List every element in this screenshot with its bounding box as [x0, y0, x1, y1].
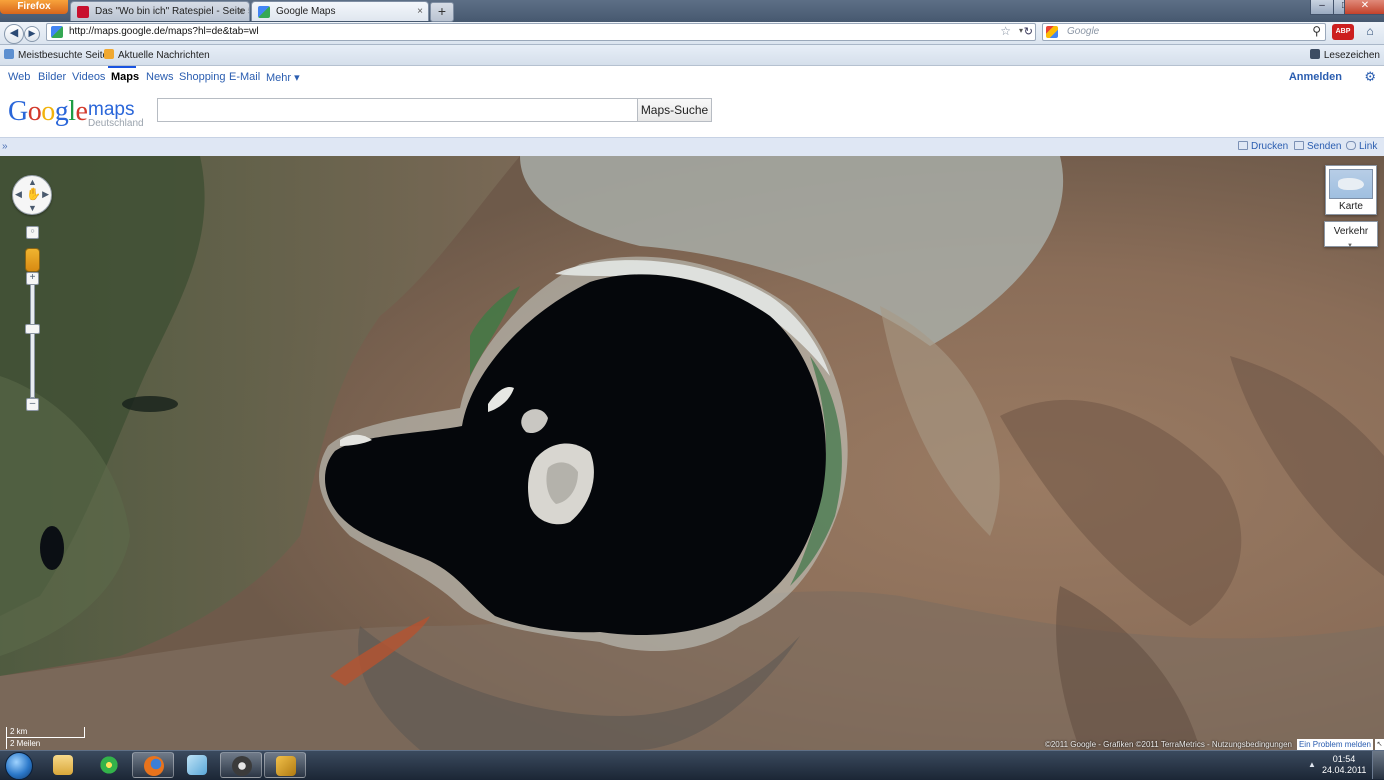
pan-up-icon[interactable]: ▲	[28, 177, 37, 187]
maps-search-input[interactable]	[157, 98, 637, 122]
bookmark-star-icon[interactable]: ☆	[1000, 24, 1011, 38]
print-link[interactable]: Drucken	[1238, 141, 1288, 152]
copyright-notice[interactable]: ©2011 Google - Grafiken ©2011 TerraMetri…	[1045, 740, 1292, 749]
url-bar[interactable]: http://maps.google.de/maps?hl=de&tab=wl …	[46, 23, 1036, 41]
clock-date: 24.04.2011	[1322, 765, 1367, 775]
google-logo[interactable]: Google	[8, 96, 88, 128]
chain-link-icon	[1346, 141, 1356, 150]
url-text[interactable]: http://maps.google.de/maps?hl=de&tab=wl	[69, 26, 259, 37]
link-link[interactable]: Link	[1346, 141, 1377, 152]
satellite-imagery	[0, 156, 1384, 750]
tab-label: Google Maps	[276, 6, 336, 17]
printer-icon	[1238, 141, 1248, 150]
scale-km-label: 2 km	[10, 727, 28, 736]
gbar-link-videos[interactable]: Videos	[72, 71, 105, 83]
pan-left-icon[interactable]: ◀	[15, 189, 22, 200]
rss-feed-icon	[104, 49, 114, 59]
active-tab-indicator	[108, 66, 136, 68]
zoom-slider-track[interactable]	[30, 284, 35, 398]
forward-arrow-icon[interactable]: ▶	[24, 26, 40, 42]
taskbar-explorer[interactable]	[42, 752, 84, 778]
report-problem-link[interactable]: Ein Problem melden	[1297, 739, 1373, 750]
envelope-icon	[1294, 141, 1304, 150]
bookmarks-menu[interactable]: Lesezeichen	[1309, 49, 1380, 61]
map-action-bar: » Drucken Senden Link	[0, 137, 1384, 156]
forum-favicon-icon	[77, 6, 89, 18]
taskbar-firefox[interactable]	[132, 752, 174, 778]
minimize-button[interactable]: –	[1310, 0, 1334, 15]
satellite-map[interactable]	[0, 156, 1384, 750]
pan-control[interactable]: ▲ ▼ ◀ ▶ ✋	[12, 175, 52, 215]
scale-bar: 2 km 2 Meilen	[6, 727, 85, 749]
pan-right-icon[interactable]: ▶	[42, 189, 49, 200]
close-window-button[interactable]: ✕	[1344, 0, 1384, 15]
bookmark-folder-icon	[4, 49, 14, 59]
gbar-link-news[interactable]: News	[146, 71, 174, 83]
firefox-icon	[144, 756, 164, 776]
tab-label: Das "Wo bin ich" Ratespiel - Seite 59 ..…	[95, 6, 249, 17]
windows-start-icon[interactable]	[5, 752, 33, 780]
gbar-link-maps[interactable]: Maps	[111, 71, 139, 83]
history-dropdown-icon[interactable]: ▾	[1019, 26, 1023, 35]
close-tab-icon[interactable]: ×	[238, 2, 244, 21]
signin-link[interactable]: Anmelden	[1289, 71, 1342, 83]
taskbar-icq[interactable]	[88, 752, 130, 778]
navigation-bar: ◀ ▶ http://maps.google.de/maps?hl=de&tab…	[0, 22, 1384, 45]
search-placeholder: Google	[1067, 26, 1100, 37]
map-type-label: Karte	[1339, 201, 1363, 212]
gbar-link-email[interactable]: E-Mail	[229, 71, 260, 83]
steam-icon	[232, 756, 252, 776]
map-type-button[interactable]: Karte	[1325, 165, 1377, 215]
google-maps-favicon-icon	[258, 6, 270, 18]
reload-icon[interactable]: ↻	[1024, 25, 1033, 38]
new-tab-button[interactable]: +	[430, 2, 454, 22]
tab-google-maps[interactable]: Google Maps ×	[251, 1, 429, 21]
bookmarks-bar: Meistbesuchte Seiten Aktuelle Nachrichte…	[0, 45, 1384, 66]
region-label: Deutschland	[88, 118, 144, 129]
collapse-panel-icon[interactable]: »	[2, 141, 8, 152]
overview-toggle-icon[interactable]: ↖	[1375, 739, 1384, 750]
magnifier-icon[interactable]: ⚲	[1312, 24, 1321, 38]
show-desktop-button[interactable]	[1372, 751, 1384, 779]
search-engine-icon[interactable]	[1046, 26, 1058, 38]
folder-icon	[53, 755, 73, 775]
send-link[interactable]: Senden	[1294, 141, 1341, 152]
taskbar-notes[interactable]	[176, 752, 218, 778]
tray-expand-icon[interactable]: ▲	[1308, 760, 1316, 769]
google-bar: Web Bilder Videos Maps News Shopping E-M…	[0, 66, 1384, 86]
notepad-icon	[187, 755, 207, 775]
search-bar[interactable]: Google ⚲	[1042, 23, 1326, 41]
pegman-icon[interactable]	[25, 248, 40, 272]
zoom-out-button[interactable]: –	[26, 398, 39, 411]
gbar-link-bilder[interactable]: Bilder	[38, 71, 66, 83]
scale-miles-label: 2 Meilen	[10, 739, 41, 748]
firefox-menu-button[interactable]: Firefox	[0, 0, 68, 14]
bookmarks-icon	[1309, 49, 1320, 59]
system-clock[interactable]: 01:54 24.04.2011	[1322, 754, 1366, 776]
zoom-slider-thumb[interactable]	[25, 324, 40, 334]
hand-icon: ✋	[26, 187, 41, 201]
bookmark-most-visited[interactable]: Meistbesuchte Seiten	[4, 49, 114, 61]
taskbar-steam[interactable]	[220, 752, 262, 778]
zoom-reset-button[interactable]: ○	[26, 226, 39, 239]
maps-search-button[interactable]: Maps-Suche	[637, 98, 712, 122]
tool-icon	[276, 756, 296, 776]
clock-time: 01:54	[1332, 754, 1356, 764]
gbar-link-web[interactable]: Web	[8, 71, 30, 83]
taskbar-app[interactable]	[264, 752, 306, 778]
map-thumbnail-icon	[1329, 169, 1373, 199]
gbar-link-more[interactable]: Mehr ▾	[266, 71, 300, 84]
home-icon[interactable]: ⌂	[1360, 24, 1380, 40]
gear-icon[interactable]: ⚙	[1364, 69, 1376, 85]
bookmark-news[interactable]: Aktuelle Nachrichten	[104, 49, 210, 61]
pan-down-icon[interactable]: ▼	[28, 203, 37, 213]
tab-ratespiel[interactable]: Das "Wo bin ich" Ratespiel - Seite 59 ..…	[70, 1, 250, 21]
adblock-icon[interactable]: ABP	[1332, 24, 1354, 40]
back-arrow-icon[interactable]: ◀	[4, 24, 24, 44]
gbar-link-shopping[interactable]: Shopping	[179, 71, 226, 83]
close-tab-icon[interactable]: ×	[417, 2, 423, 21]
chevron-down-icon[interactable]: ▼	[1347, 243, 1353, 249]
flower-icon	[99, 755, 119, 775]
site-favicon-icon	[51, 26, 63, 38]
